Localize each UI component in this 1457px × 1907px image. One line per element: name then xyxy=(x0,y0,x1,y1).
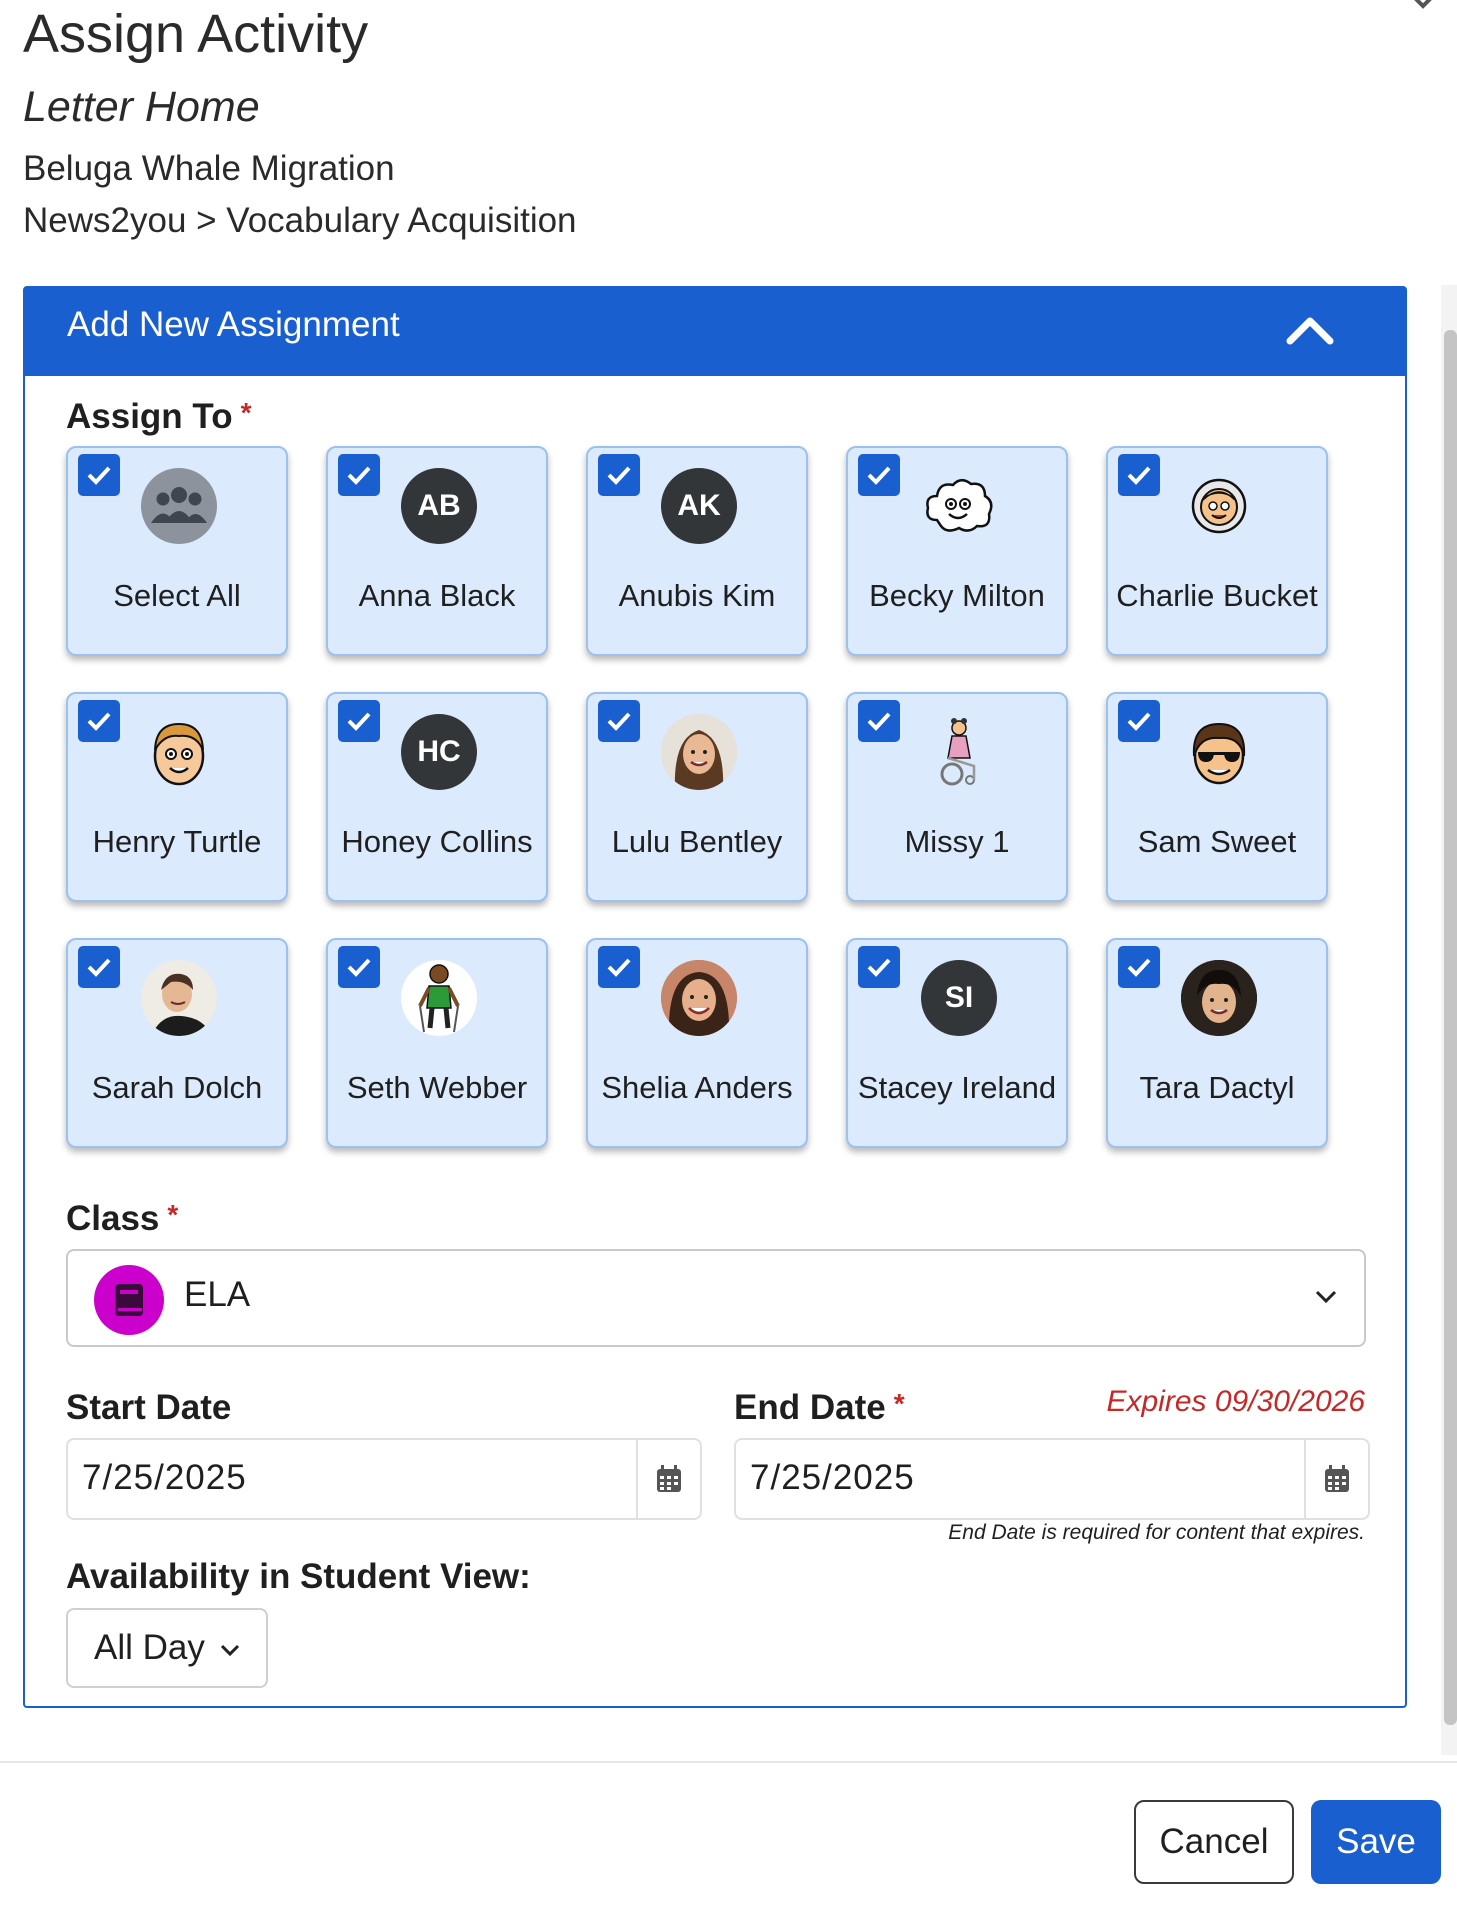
activity-name: Beluga Whale Migration xyxy=(23,149,395,188)
class-value: ELA xyxy=(184,1275,251,1314)
start-date-label: Start Date xyxy=(66,1388,232,1427)
student-tile[interactable]: AB Anna Black xyxy=(326,446,548,656)
activity-type: Letter Home xyxy=(23,83,260,131)
student-tile-select-all[interactable]: Select All xyxy=(66,446,288,656)
end-date-note: End Date is required for content that ex… xyxy=(948,1521,1365,1544)
student-name: Shelia Anders xyxy=(601,1070,793,1105)
class-label: Class * xyxy=(66,1199,179,1238)
checkbox-checked[interactable] xyxy=(338,454,380,496)
breadcrumb: News2you > Vocabulary Acquisition xyxy=(23,201,577,240)
avatar-initials: SI xyxy=(921,960,997,1036)
photo-girl-dark-icon xyxy=(1181,960,1257,1036)
checkbox-checked[interactable] xyxy=(78,700,120,742)
cloud-face-icon xyxy=(921,468,997,544)
student-tile[interactable]: Sam Sweet xyxy=(1106,692,1328,902)
class-select[interactable]: ELA xyxy=(66,1249,1366,1347)
student-name: Anubis Kim xyxy=(618,578,776,613)
photo-girl-smile-icon xyxy=(661,960,737,1036)
student-tile[interactable]: Seth Webber xyxy=(326,938,548,1148)
boy-figure-icon xyxy=(401,960,477,1036)
avatar-initials: AK xyxy=(661,468,737,544)
student-tile[interactable]: Tara Dactyl xyxy=(1106,938,1328,1148)
panel-title: Add New Assignment xyxy=(67,305,400,344)
chevron-down-icon xyxy=(220,1644,240,1657)
sunglasses-face-icon xyxy=(1181,714,1257,790)
end-date-calendar-button[interactable] xyxy=(1304,1440,1368,1518)
dialog-title: Assign Activity xyxy=(23,4,369,64)
student-tile[interactable]: Henry Turtle xyxy=(66,692,288,902)
calendar-icon xyxy=(657,1465,681,1492)
checkbox-checked[interactable] xyxy=(338,700,380,742)
chevron-up-icon[interactable] xyxy=(1285,312,1335,346)
student-name: Stacey Ireland xyxy=(857,1070,1057,1105)
avatar-initials: HC xyxy=(401,714,477,790)
student-name: Charlie Bucket xyxy=(1116,578,1318,613)
start-date-value: 7/25/2025 xyxy=(82,1458,247,1497)
book-icon xyxy=(94,1265,164,1335)
student-tile[interactable]: HC Honey Collins xyxy=(326,692,548,902)
checkbox-checked[interactable] xyxy=(598,454,640,496)
checkbox-checked[interactable] xyxy=(338,946,380,988)
required-marker: * xyxy=(167,1199,179,1230)
student-name: Lulu Bentley xyxy=(611,824,783,859)
student-tile[interactable]: AK Anubis Kim xyxy=(586,446,808,656)
student-name: Select All xyxy=(113,578,241,613)
cancel-button[interactable]: Cancel xyxy=(1134,1800,1294,1884)
student-name: Honey Collins xyxy=(341,824,533,859)
availability-value: All Day xyxy=(94,1628,205,1667)
availability-label: Availability in Student View: xyxy=(66,1557,531,1596)
end-date-input[interactable]: 7/25/2025 xyxy=(734,1438,1370,1520)
student-tile[interactable]: SI Stacey Ireland xyxy=(846,938,1068,1148)
required-marker: * xyxy=(240,397,252,428)
student-name: Missy 1 xyxy=(904,824,1010,859)
checkbox-checked[interactable] xyxy=(1118,700,1160,742)
avatar-initials: AB xyxy=(401,468,477,544)
student-name: Anna Black xyxy=(358,578,516,613)
close-icon[interactable] xyxy=(1395,0,1451,26)
checkbox-checked[interactable] xyxy=(78,454,120,496)
student-name: Seth Webber xyxy=(346,1070,528,1105)
student-tile[interactable]: Lulu Bentley xyxy=(586,692,808,902)
start-date-calendar-button[interactable] xyxy=(636,1440,700,1518)
student-tile[interactable]: Charlie Bucket xyxy=(1106,446,1328,656)
add-assignment-panel: Add New Assignment Assign To * Select All… xyxy=(23,286,1407,1708)
assign-to-label: Assign To * xyxy=(66,397,252,436)
student-name: Becky Milton xyxy=(869,578,1045,613)
checkbox-checked[interactable] xyxy=(1118,454,1160,496)
student-tile[interactable]: Missy 1 xyxy=(846,692,1068,902)
wheelchair-girl-icon xyxy=(921,714,997,790)
student-tile[interactable]: Becky Milton xyxy=(846,446,1068,656)
panel-header[interactable]: Add New Assignment xyxy=(25,288,1405,376)
checkbox-checked[interactable] xyxy=(858,946,900,988)
scrollbar-thumb[interactable] xyxy=(1444,330,1457,1725)
availability-select[interactable]: All Day xyxy=(66,1608,268,1688)
expires-text: Expires 09/30/2026 xyxy=(1106,1385,1365,1418)
checkbox-checked[interactable] xyxy=(858,454,900,496)
checkbox-checked[interactable] xyxy=(598,700,640,742)
footer-divider xyxy=(0,1761,1457,1763)
save-button[interactable]: Save xyxy=(1311,1800,1441,1884)
student-tile[interactable]: Shelia Anders xyxy=(586,938,808,1148)
astronaut-icon xyxy=(1181,468,1257,544)
checkbox-checked[interactable] xyxy=(1118,946,1160,988)
checkbox-checked[interactable] xyxy=(858,700,900,742)
checkbox-checked[interactable] xyxy=(598,946,640,988)
end-date-value: 7/25/2025 xyxy=(750,1458,915,1497)
start-date-input[interactable]: 7/25/2025 xyxy=(66,1438,702,1520)
student-name: Henry Turtle xyxy=(92,824,262,859)
group-icon xyxy=(141,468,217,544)
student-name: Tara Dactyl xyxy=(1139,1070,1295,1105)
student-name: Sam Sweet xyxy=(1137,824,1297,859)
end-date-label: End Date * xyxy=(734,1388,905,1427)
required-marker: * xyxy=(893,1388,905,1419)
photo-person-icon xyxy=(141,960,217,1036)
chevron-down-icon xyxy=(1315,1290,1337,1304)
photo-girl-icon xyxy=(661,714,737,790)
student-tile[interactable]: Sarah Dolch xyxy=(66,938,288,1148)
student-name: Sarah Dolch xyxy=(91,1070,263,1105)
calendar-icon xyxy=(1325,1465,1349,1492)
checkbox-checked[interactable] xyxy=(78,946,120,988)
boy-face-icon xyxy=(141,714,217,790)
